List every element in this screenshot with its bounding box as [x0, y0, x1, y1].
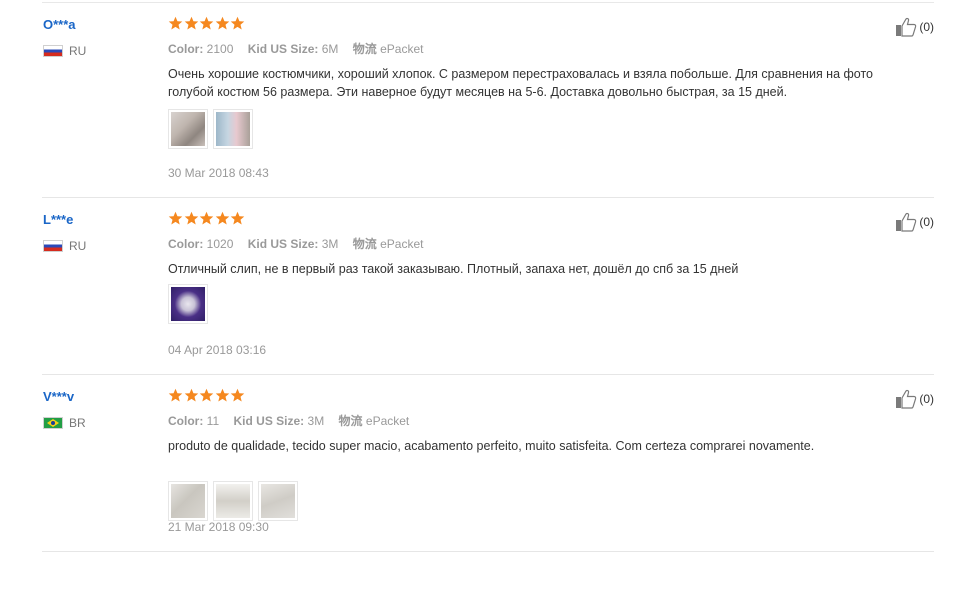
- photo-thumbnail[interactable]: [168, 109, 208, 149]
- photo-thumbnail[interactable]: [168, 481, 208, 521]
- review-item: O***a RU Color: 2100 Kid US Size: 6M 物流 …: [42, 3, 934, 198]
- order-info: Color: 2100 Kid US Size: 6M 物流 ePacket: [168, 40, 434, 57]
- feedback-list: O***a RU Color: 2100 Kid US Size: 6M 物流 …: [0, 0, 960, 591]
- photo-thumbnail[interactable]: [213, 109, 253, 149]
- country-code: RU: [69, 239, 87, 253]
- shipping-value: ePacket: [380, 237, 424, 251]
- star-icon: [215, 16, 230, 31]
- review-date: 21 Mar 2018 09:30: [168, 520, 269, 534]
- review-date: 04 Apr 2018 03:16: [168, 343, 267, 357]
- star-icon: [199, 211, 214, 226]
- helpful-count: (0): [919, 392, 934, 406]
- star-icon: [184, 388, 199, 403]
- star-icon: [215, 211, 230, 226]
- shipping-value: ePacket: [380, 42, 424, 56]
- thumbs-up-icon: [895, 212, 917, 232]
- star-icon: [215, 388, 230, 403]
- color-value: 2100: [206, 42, 234, 56]
- color-label: Color:: [168, 414, 204, 428]
- star-icon: [168, 388, 183, 403]
- photo-thumbnail[interactable]: [258, 481, 298, 521]
- review-text: produto de qualidade, tecido super macio…: [168, 439, 815, 453]
- photo-thumbnail[interactable]: [168, 284, 208, 324]
- review-item: V***v BR Color: 11 Kid US Size: 3M 物流 eP…: [42, 375, 934, 552]
- helpful-button[interactable]: (0): [895, 17, 934, 37]
- size-label: Kid US Size:: [233, 414, 305, 428]
- helpful-count: (0): [919, 20, 934, 34]
- star-icon: [230, 211, 245, 226]
- color-value: 1020: [206, 237, 234, 251]
- brazil-flag-icon: [43, 417, 63, 429]
- helpful-button[interactable]: (0): [895, 212, 934, 232]
- review-photos: [168, 284, 213, 324]
- star-icon: [184, 16, 199, 31]
- helpful-count: (0): [919, 215, 934, 229]
- russia-flag-icon: [43, 240, 63, 252]
- color-value: 11: [206, 414, 220, 428]
- star-icon: [168, 211, 183, 226]
- photo-thumbnail[interactable]: [213, 481, 253, 521]
- russia-flag-icon: [43, 45, 63, 57]
- star-rating: [168, 211, 246, 226]
- star-icon: [168, 16, 183, 31]
- shipping-label: 物流: [338, 414, 363, 428]
- star-icon: [230, 388, 245, 403]
- shipping-label: 物流: [352, 237, 377, 251]
- thumbs-up-icon: [895, 17, 917, 37]
- size-label: Kid US Size:: [247, 237, 319, 251]
- country-code: RU: [69, 44, 87, 58]
- size-value: 3M: [321, 237, 339, 251]
- color-label: Color:: [168, 237, 204, 251]
- country-code: BR: [69, 416, 86, 430]
- helpful-button[interactable]: (0): [895, 389, 934, 409]
- country-info: RU: [43, 44, 86, 58]
- thumbs-up-icon: [895, 389, 917, 409]
- review-item: L***e RU Color: 1020 Kid US Size: 3M 物流 …: [42, 198, 934, 375]
- star-icon: [184, 211, 199, 226]
- review-date: 30 Mar 2018 08:43: [168, 166, 269, 180]
- star-icon: [199, 388, 214, 403]
- country-info: RU: [43, 239, 86, 253]
- size-value: 3M: [307, 414, 325, 428]
- review-text: Очень хорошие костюмчики, хороший хлопок…: [168, 67, 874, 99]
- user-name-link[interactable]: O***a: [43, 17, 76, 32]
- shipping-label: 物流: [352, 42, 377, 56]
- size-label: Kid US Size:: [247, 42, 319, 56]
- star-icon: [230, 16, 245, 31]
- user-name-link[interactable]: V***v: [43, 389, 74, 404]
- star-icon: [199, 16, 214, 31]
- order-info: Color: 1020 Kid US Size: 3M 物流 ePacket: [168, 235, 434, 252]
- order-info: Color: 11 Kid US Size: 3M 物流 ePacket: [168, 412, 420, 429]
- size-value: 6M: [321, 42, 339, 56]
- review-photos: [168, 109, 258, 149]
- star-rating: [168, 16, 246, 31]
- star-rating: [168, 388, 246, 403]
- review-text: Отличный слип, не в первый раз такой зак…: [168, 262, 739, 276]
- country-info: BR: [43, 416, 86, 430]
- color-label: Color:: [168, 42, 204, 56]
- review-photos: [168, 481, 303, 521]
- shipping-value: ePacket: [365, 414, 410, 428]
- user-name-link[interactable]: L***e: [43, 212, 73, 227]
